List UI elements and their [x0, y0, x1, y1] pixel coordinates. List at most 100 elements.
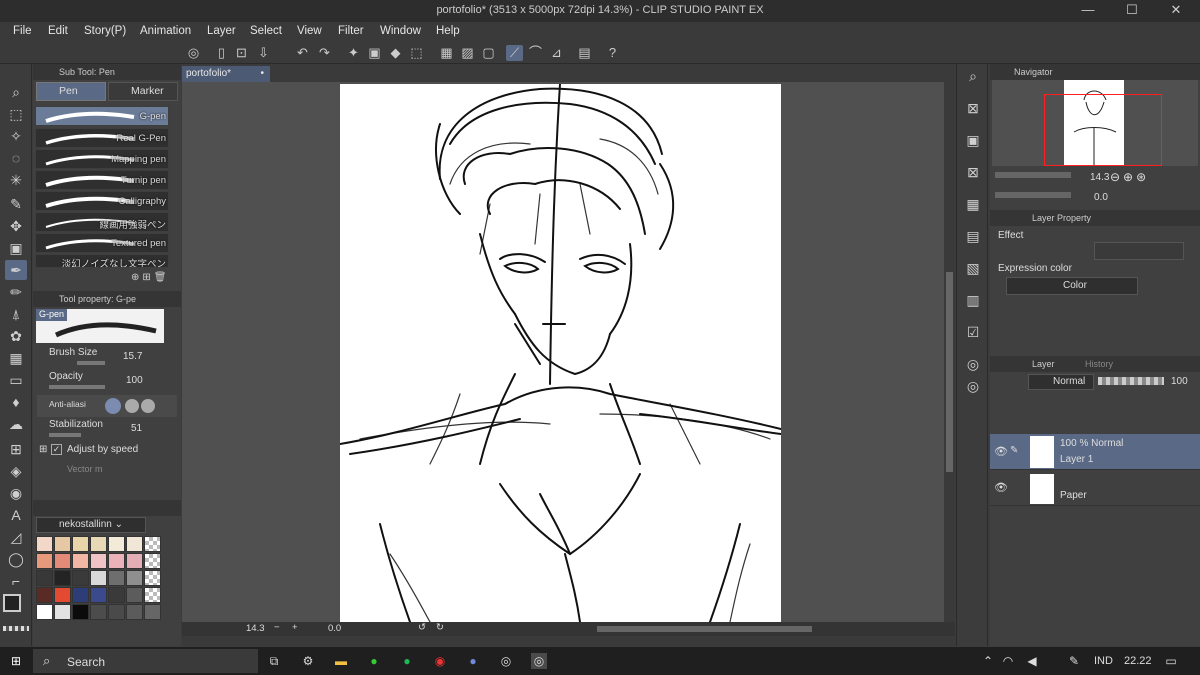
color-swatch[interactable] — [108, 604, 125, 620]
antialias-option[interactable] — [141, 399, 155, 413]
invert-selection-icon[interactable]: ▨ — [459, 45, 476, 61]
color-swatch[interactable] — [90, 553, 107, 569]
navigator-frame[interactable] — [1044, 94, 1162, 166]
clear-outside-icon[interactable]: ▣ — [366, 45, 383, 61]
color-swatch[interactable] — [54, 587, 71, 603]
layer-row[interactable]: 👁 Paper — [990, 470, 1200, 506]
pen-group-tab[interactable]: Pen — [36, 82, 106, 101]
color-swatch[interactable] — [54, 536, 71, 552]
move-icon[interactable]: ✥ — [5, 216, 27, 236]
subtool-actions[interactable]: ⊕⊞🗑 — [131, 272, 177, 286]
material-manga-icon[interactable]: ◎ — [962, 376, 984, 396]
canvas[interactable] — [340, 84, 781, 622]
navigator-rotation-value[interactable]: 0.0 — [1094, 192, 1108, 203]
menu-animation[interactable]: Animation — [140, 25, 191, 37]
color-swatch[interactable] — [54, 604, 71, 620]
clock[interactable]: 22.22 — [1124, 655, 1152, 667]
blend-icon[interactable]: ♦ — [5, 392, 27, 412]
brush-item[interactable]: Textured pen — [35, 233, 169, 253]
tray-expand-icon[interactable]: ⌃ — [980, 653, 996, 669]
color-swatch[interactable] — [126, 536, 143, 552]
undo-icon[interactable]: ↶ — [294, 45, 311, 61]
correct-line-icon[interactable]: ⌐ — [5, 571, 27, 591]
close-button[interactable]: ✕ — [1154, 2, 1198, 20]
rotate-left-icon[interactable]: ↺ — [418, 622, 426, 633]
notification-icon[interactable]: ▭ — [1163, 653, 1179, 669]
color-swatch[interactable] — [36, 604, 53, 620]
material-color-icon[interactable]: ☑ — [962, 322, 984, 342]
network-icon[interactable]: ◠ — [1000, 653, 1016, 669]
color-swatch[interactable] — [72, 553, 89, 569]
transform-icon[interactable]: ⬚ — [408, 45, 425, 61]
discord-icon[interactable]: ● — [465, 653, 481, 669]
vertical-scroll-thumb[interactable] — [946, 272, 953, 472]
adjust-speed-checkbox[interactable]: ✓ — [51, 444, 62, 455]
rotate-right-icon[interactable]: ↻ — [436, 622, 444, 633]
frame-icon[interactable]: ⊞ — [5, 439, 27, 459]
menu-window[interactable]: Window — [380, 25, 421, 37]
layer-tab[interactable]: Layer — [1032, 359, 1055, 369]
new-file-icon[interactable]: ▯ — [213, 45, 230, 61]
tab-close-icon[interactable]: • — [260, 66, 264, 82]
vector-row[interactable]: Vector m — [37, 464, 177, 486]
deselect-icon[interactable]: ▦ — [438, 45, 455, 61]
balloon-icon[interactable]: ◿ — [5, 527, 27, 547]
menu-file[interactable]: File — [13, 25, 32, 37]
material-image-icon[interactable]: ▤ — [962, 226, 984, 246]
color-set-dropdown[interactable]: nekostallinn ⌄ — [36, 517, 146, 533]
brush-size-row[interactable]: Brush Size 15.7 — [37, 347, 177, 369]
navigator-zoom-buttons[interactable]: ⊖⊕⊛ — [1110, 170, 1149, 184]
color-swatch[interactable] — [36, 587, 53, 603]
material-tone-icon[interactable]: ▦ — [962, 194, 984, 214]
chrome-icon[interactable]: ◉ — [432, 653, 448, 669]
document-tab[interactable]: portofolio* • — [182, 66, 270, 82]
material-monochrome-icon[interactable]: ▥ — [962, 290, 984, 310]
gradient-icon[interactable]: ◉ — [5, 483, 27, 503]
brush-item[interactable]: 線画用強弱ペン — [35, 212, 169, 232]
history-tab[interactable]: History — [1085, 359, 1113, 369]
spotify-icon[interactable]: ● — [399, 653, 415, 669]
operation-icon[interactable]: ▣ — [5, 238, 27, 258]
menu-select[interactable]: Select — [250, 25, 282, 37]
auto-select-icon[interactable]: ✧ — [5, 126, 27, 146]
color-swatch[interactable] — [144, 536, 161, 552]
help-icon[interactable]: ? — [604, 45, 621, 61]
sub-view-icon[interactable]: ▣ — [962, 130, 984, 150]
tablet-icon[interactable]: ▤ — [576, 45, 593, 61]
task-view-icon[interactable]: ⧉ — [266, 653, 282, 669]
clip-studio-paint-taskbar-icon[interactable]: ◎ — [531, 653, 547, 669]
expression-color-dropdown[interactable]: Color — [1006, 277, 1138, 295]
color-swatch[interactable] — [72, 536, 89, 552]
language-indicator[interactable]: IND — [1094, 655, 1113, 667]
zoom-out-icon[interactable]: + — [292, 622, 298, 633]
fill-bucket-icon[interactable]: ◈ — [5, 461, 27, 481]
canvas-viewport[interactable] — [182, 82, 944, 622]
zoom-in-icon[interactable]: − — [274, 622, 280, 633]
rotation-value[interactable]: 0.0 — [328, 623, 341, 634]
menu-layer[interactable]: Layer — [207, 25, 236, 37]
search-box[interactable]: ⌕ Search — [33, 649, 258, 673]
material-effect-icon[interactable]: ◎ — [962, 354, 984, 374]
navigator-icon[interactable]: ⌕ — [962, 66, 984, 86]
color-swatch[interactable] — [108, 536, 125, 552]
brush-size-value[interactable]: 15.7 — [123, 351, 142, 362]
color-swatch[interactable] — [108, 587, 125, 603]
color-swatch[interactable] — [90, 536, 107, 552]
main-color-swatch[interactable] — [3, 594, 21, 612]
layer-opacity-slider[interactable] — [1098, 377, 1164, 385]
windows-start-icon[interactable]: ⊞ — [8, 653, 24, 669]
brush-size-slider[interactable] — [77, 361, 105, 365]
clip-studio-taskbar-icon[interactable]: ◎ — [498, 653, 514, 669]
navigator-preview[interactable] — [992, 80, 1198, 166]
brush-item[interactable]: 淡幻ノイズなし文字ペン — [35, 254, 169, 268]
opacity-value[interactable]: 100 — [126, 375, 143, 386]
brush-item[interactable]: Mapping pen — [35, 149, 169, 169]
snap-ruler-icon[interactable]: ⟋ — [506, 45, 523, 61]
blend-mode-dropdown[interactable]: Normal — [1028, 374, 1094, 390]
maximize-button[interactable]: ☐ — [1110, 2, 1154, 20]
selection-icon[interactable]: ⬚ — [5, 104, 27, 124]
snap-grid-icon[interactable]: ⊿ — [548, 45, 565, 61]
watercolor-icon[interactable]: ☁ — [5, 414, 27, 434]
airbrush-icon[interactable]: ▦ — [5, 348, 27, 368]
color-swatch[interactable] — [72, 587, 89, 603]
